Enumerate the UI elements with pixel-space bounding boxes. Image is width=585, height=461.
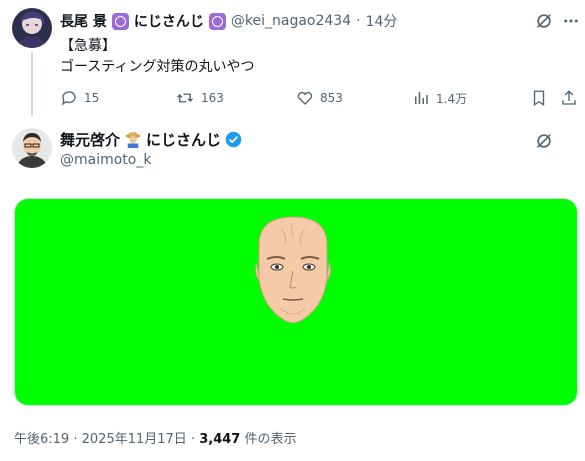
timestamp[interactable]: 14分 [366, 11, 398, 31]
views-count: 1.4万 [436, 91, 468, 106]
separator: · [73, 432, 78, 447]
tweet2-header: 舞元啓介 にじさんじ [60, 128, 242, 150]
author-handle[interactable]: @kei_nagao2434 [231, 13, 351, 29]
retweet-count: 163 [201, 91, 224, 105]
tweet-footer: 午後6:19 · 2025年11月17日 · 3,447 件の表示 [14, 428, 297, 447]
verified-badge-icon [225, 131, 242, 147]
grok-icon[interactable] [534, 131, 554, 151]
author-handle[interactable]: @maimoto_k [60, 152, 151, 168]
bookmark-button[interactable] [530, 86, 548, 110]
media-image[interactable] [14, 198, 578, 406]
retweet-icon [177, 93, 193, 103]
like-button[interactable]: 853 [296, 86, 343, 110]
views-icon [415, 92, 428, 104]
post-date[interactable]: 2025年11月17日 [82, 432, 187, 447]
grok-icon[interactable] [534, 11, 554, 31]
more-icon[interactable] [562, 12, 580, 30]
tweet1-header: 長尾 景 にじさんじ @kei_nagao2434 · 14分 [60, 10, 397, 32]
author-name[interactable]: 長尾 景 [60, 11, 107, 31]
bald-face-image [254, 216, 332, 323]
avatar[interactable] [12, 128, 52, 168]
post-time[interactable]: 午後6:19 [14, 432, 69, 447]
reply-icon [61, 91, 76, 106]
nijisanji-badge-icon [111, 12, 129, 30]
views-button[interactable]: 1.4万 [412, 86, 467, 110]
avatar[interactable] [12, 8, 52, 48]
bookmark-icon [533, 90, 545, 107]
share-icon [562, 90, 576, 105]
reply-count: 15 [84, 91, 100, 105]
tweet-actions: 15 163 853 1.4万 [60, 86, 580, 110]
nijisanji-badge-icon [208, 12, 226, 30]
farmer-emoji-icon [125, 132, 141, 148]
author-name[interactable]: 舞元啓介 [60, 129, 120, 150]
reply-button[interactable]: 15 [60, 86, 99, 110]
author-tag[interactable]: にじさんじ [134, 11, 204, 31]
share-button[interactable] [560, 86, 578, 110]
thread-line [31, 52, 33, 116]
separator: · [190, 432, 196, 447]
retweet-button[interactable]: 163 [175, 86, 224, 110]
views-label: 件の表示 [244, 432, 297, 447]
tweet-text: 【急募】 ゴースティング対策の丸いやつ [60, 38, 255, 75]
like-icon [297, 91, 313, 105]
separator: · [356, 13, 361, 29]
views-count[interactable]: 3,447 [199, 432, 240, 447]
author-tag[interactable]: にじさんじ [146, 129, 221, 150]
like-count: 853 [320, 91, 343, 105]
